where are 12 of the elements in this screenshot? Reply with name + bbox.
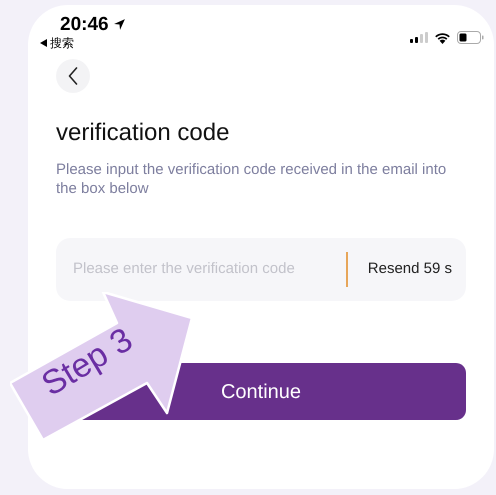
battery-icon — [457, 31, 484, 44]
page-title: verification code — [56, 118, 230, 148]
signal-icon — [410, 32, 428, 43]
back-button[interactable] — [56, 59, 90, 93]
chevron-left-icon — [68, 67, 78, 85]
resend-button[interactable]: Resend 59 s — [368, 258, 452, 281]
wifi-icon — [434, 32, 451, 44]
status-time: 20:46 — [60, 15, 109, 34]
triangle-left-icon — [40, 39, 47, 47]
back-to-app-link[interactable]: 搜索 — [40, 37, 126, 49]
page-subtitle: Please input the verification code received in the email into the box below — [56, 160, 448, 198]
location-arrow-icon — [112, 18, 126, 31]
